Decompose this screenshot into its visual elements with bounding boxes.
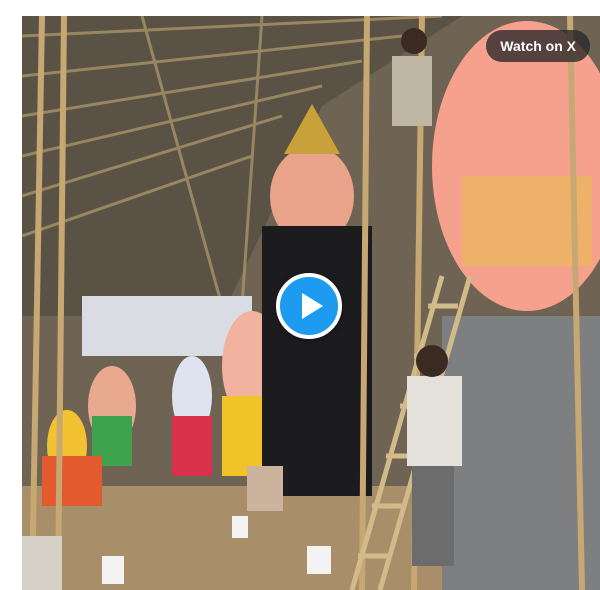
play-icon <box>301 292 324 320</box>
watch-on-x-button[interactable]: Watch on X <box>486 30 590 62</box>
video-player[interactable]: Watch on X <box>22 16 600 590</box>
play-button[interactable] <box>276 273 342 339</box>
